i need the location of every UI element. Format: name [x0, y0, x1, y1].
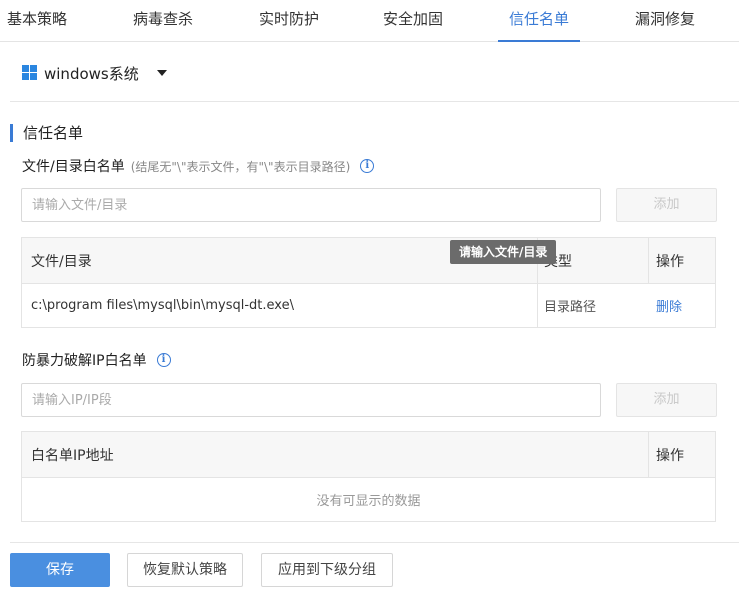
ip-input[interactable]: [21, 383, 601, 417]
add-ip-button[interactable]: 添加: [616, 383, 717, 417]
column-header-path: 文件/目录: [31, 253, 92, 270]
tab-basic-policy[interactable]: 基本策略: [2, 0, 72, 42]
save-button[interactable]: 保存: [10, 553, 110, 587]
info-icon[interactable]: i: [360, 159, 375, 173]
table-row: c:\program files\mysql\bin\mysql-dt.exe\…: [22, 284, 715, 327]
tab-realtime-protection[interactable]: 实时防护: [254, 0, 324, 42]
ip-whitelist-title: 防暴力破解IP白名单: [22, 353, 147, 369]
ip-whitelist-title-row: 防暴力破解IP白名单 i: [22, 350, 171, 370]
row-path: c:\program files\mysql\bin\mysql-dt.exe\: [31, 298, 294, 313]
delete-link[interactable]: 删除: [656, 284, 682, 327]
tab-trust-list[interactable]: 信任名单: [498, 0, 580, 42]
windows-icon: [22, 65, 38, 81]
ip-whitelist-table: 白名单IP地址 操作 没有可显示的数据: [21, 431, 716, 522]
column-header-action: 操作: [656, 253, 684, 270]
empty-text: 没有可显示的数据: [316, 494, 421, 509]
file-whitelist-title: 文件/目录白名单: [22, 159, 125, 175]
row-type: 目录路径: [544, 300, 597, 315]
file-whitelist-table: 文件/目录 类型 操作 c:\program files\mysql\bin\m…: [21, 237, 716, 328]
divider: [10, 101, 739, 102]
tab-bar: 基本策略 病毒查杀 实时防护 安全加固 信任名单 漏洞修复: [0, 0, 739, 42]
empty-row: 没有可显示的数据: [22, 478, 715, 521]
input-tooltip: 请输入文件/目录: [450, 240, 557, 264]
os-select-dropdown[interactable]: windows系统: [22, 60, 167, 86]
apply-to-subgroups-button[interactable]: 应用到下级分组: [261, 553, 393, 587]
info-icon[interactable]: i: [156, 353, 171, 367]
os-select-label: windows系统: [44, 64, 139, 83]
add-file-button[interactable]: 添加: [616, 188, 717, 222]
file-path-input[interactable]: [21, 188, 601, 222]
tab-virus-scan[interactable]: 病毒查杀: [128, 0, 198, 42]
restore-default-button[interactable]: 恢复默认策略: [127, 553, 243, 587]
caret-down-icon: [156, 70, 167, 76]
file-whitelist-title-row: 文件/目录白名单 (结尾无"\"表示文件，有"\"表示目录路径) i: [22, 156, 375, 176]
tab-security-hardening[interactable]: 安全加固: [378, 0, 448, 42]
file-whitelist-hint: (结尾无"\"表示文件，有"\"表示目录路径): [130, 159, 351, 174]
table-header: 白名单IP地址 操作: [22, 432, 715, 478]
divider: [10, 542, 739, 543]
tab-vulnerability-fix[interactable]: 漏洞修复: [630, 0, 700, 42]
section-title: 信任名单: [10, 124, 83, 142]
table-header: 文件/目录 类型 操作: [22, 238, 715, 284]
column-header-ip: 白名单IP地址: [31, 447, 114, 464]
column-header-action: 操作: [656, 447, 684, 464]
